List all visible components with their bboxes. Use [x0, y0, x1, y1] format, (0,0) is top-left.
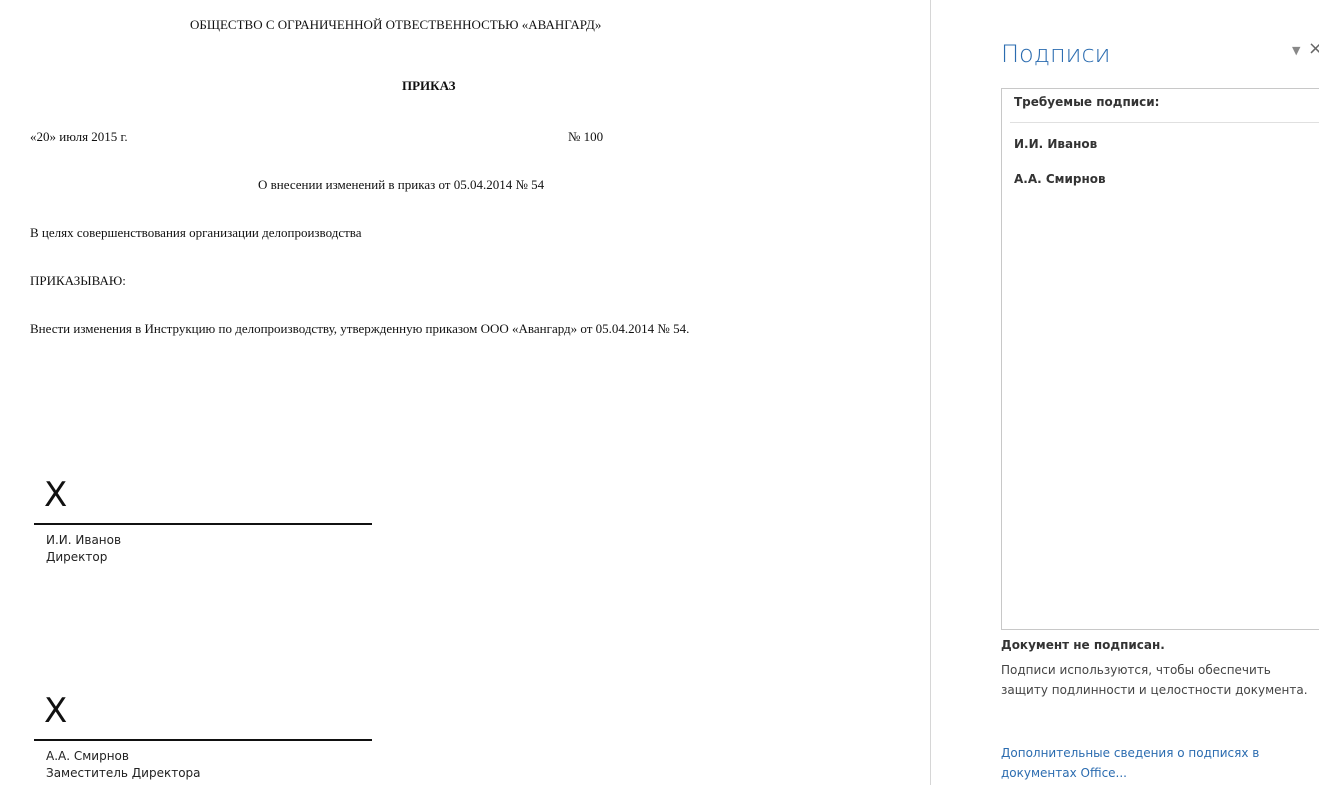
required-signature-item[interactable]: А.А. Смирнов [1014, 172, 1106, 186]
org-header: ОБЩЕСТВО С ОГРАНИЧЕННОЙ ОТВЕСТВЕННОСТЬЮ … [190, 17, 602, 32]
order-command: ПРИКАЗЫВАЮ: [30, 273, 126, 288]
signature-description: Подписи используются, чтобы обеспечить з… [1001, 663, 1308, 697]
order-date: «20» июля 2015 г. [30, 129, 128, 144]
pane-title: Подписи [1001, 40, 1111, 68]
signer-position: Директор [46, 550, 108, 564]
signer-position: Заместитель Директора [46, 766, 201, 780]
order-body: Внести изменения в Инструкцию по делопро… [30, 321, 690, 336]
signer-name: И.И. Иванов [46, 533, 122, 547]
more-info-link[interactable]: Дополнительные сведения о подписях в док… [1001, 743, 1319, 783]
triangle-down-icon[interactable]: ▼ [1292, 44, 1300, 57]
signature-mark: X [44, 475, 68, 515]
order-title: ПРИКАЗ [402, 78, 456, 93]
order-subject: О внесении изменений в приказ от 05.04.2… [258, 177, 545, 192]
signature-status: Документ не подписан. [1001, 638, 1165, 652]
document-area[interactable]: ОБЩЕСТВО С ОГРАНИЧЕННОЙ ОТВЕСТВЕННОСТЬЮ … [0, 0, 930, 785]
divider [1010, 122, 1319, 123]
order-purpose: В целях совершенствования организации де… [30, 225, 362, 240]
signature-underline [34, 739, 372, 741]
close-icon[interactable]: × [1308, 38, 1319, 59]
signature-underline [34, 523, 372, 525]
signer-name: А.А. Смирнов [46, 749, 129, 763]
required-signature-item[interactable]: И.И. Иванов [1014, 137, 1097, 151]
signatures-pane: Подписи ▼ × Требуемые подписи: И.И. Иван… [931, 0, 1319, 785]
signature-mark: X [44, 691, 68, 731]
required-signatures-list: Требуемые подписи: И.И. Иванов А.А. Смир… [1001, 88, 1319, 630]
required-signatures-label: Требуемые подписи: [1014, 95, 1160, 109]
order-number: № 100 [568, 129, 604, 144]
